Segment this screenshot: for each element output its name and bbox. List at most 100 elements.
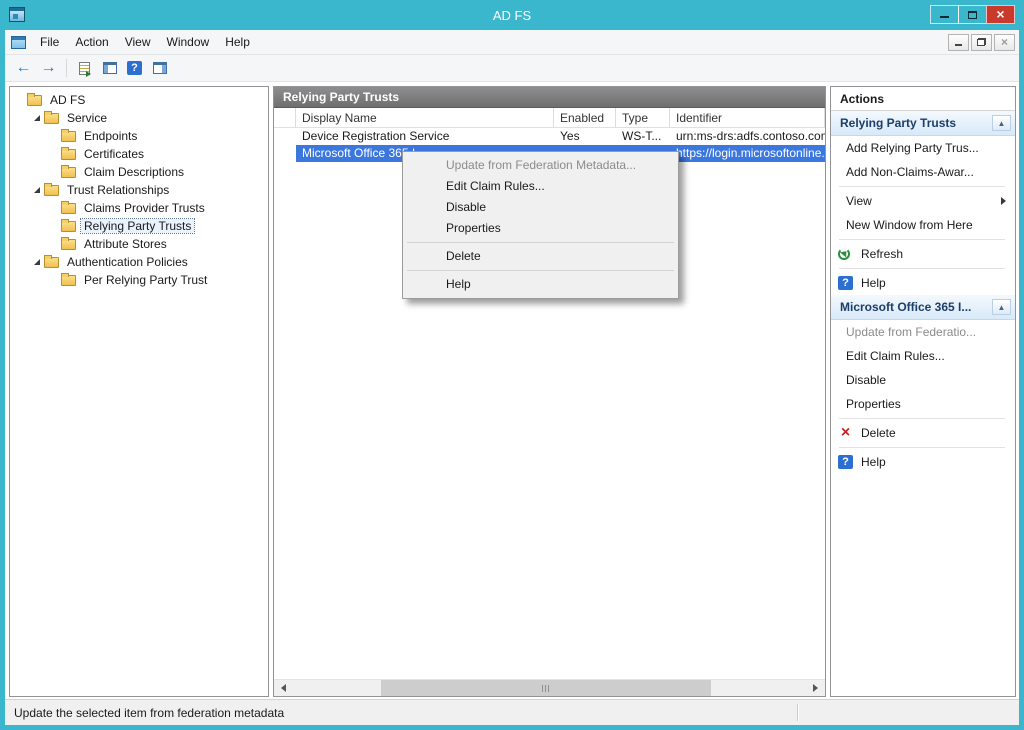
folder-icon bbox=[27, 95, 42, 106]
mdi-close-button[interactable] bbox=[994, 34, 1015, 51]
tree-item[interactable]: Authentication Policies bbox=[10, 253, 268, 271]
action-item[interactable]: Update from Federatio... bbox=[831, 320, 1015, 344]
tree-item[interactable]: Claim Descriptions bbox=[10, 163, 268, 181]
expander-icon[interactable] bbox=[14, 92, 27, 108]
column-header-identifier[interactable]: Identifier bbox=[670, 108, 825, 127]
table-row[interactable]: Device Registration Service Yes WS-T... … bbox=[274, 128, 825, 145]
menu-item[interactable]: Action bbox=[67, 32, 116, 52]
context-menu-item[interactable]: Properties bbox=[405, 218, 676, 239]
scrollbar-track[interactable] bbox=[291, 680, 808, 696]
tree-item-label: Service bbox=[64, 111, 110, 125]
row-icon-cell bbox=[274, 145, 296, 162]
mdi-window-buttons bbox=[946, 34, 1015, 51]
status-bar-divider bbox=[797, 704, 798, 721]
close-button[interactable] bbox=[986, 5, 1015, 24]
tree-item[interactable]: Claims Provider Trusts bbox=[10, 199, 268, 217]
console-tree-toggle-button[interactable] bbox=[97, 57, 122, 80]
column-header-icon[interactable] bbox=[274, 108, 296, 127]
expander-icon[interactable] bbox=[31, 254, 44, 270]
action-section-header[interactable]: Microsoft Office 365 I... ▲ bbox=[831, 295, 1015, 320]
horizontal-scrollbar[interactable] bbox=[274, 679, 825, 696]
action-item[interactable]: Disable bbox=[831, 368, 1015, 392]
tree-item-label: AD FS bbox=[47, 93, 88, 107]
expander-icon[interactable] bbox=[31, 182, 44, 198]
tree-item[interactable]: AD FS bbox=[10, 91, 268, 109]
column-header-type[interactable]: Type bbox=[616, 108, 670, 127]
actions-pane: Actions Relying Party Trusts ▲ bbox=[830, 86, 1016, 697]
cell-type: WS-T... bbox=[616, 128, 670, 145]
forward-button[interactable] bbox=[36, 57, 61, 80]
expander-icon[interactable] bbox=[48, 164, 61, 180]
action-item[interactable]: Add Relying Party Trus... bbox=[831, 136, 1015, 160]
tree-item[interactable]: Per Relying Party Trust bbox=[10, 271, 268, 289]
action-item[interactable]: Properties bbox=[831, 392, 1015, 416]
expander-icon[interactable] bbox=[48, 146, 61, 162]
action-item[interactable]: Help bbox=[831, 271, 1015, 295]
minimize-button[interactable] bbox=[930, 5, 959, 24]
column-header-display-name[interactable]: Display Name bbox=[296, 108, 554, 127]
action-item[interactable]: Delete bbox=[831, 421, 1015, 445]
column-header-row: Display Name Enabled Type Identifier bbox=[274, 108, 825, 128]
menu-item[interactable]: Window bbox=[159, 32, 218, 52]
menu-item[interactable]: File bbox=[32, 32, 67, 52]
expander-icon[interactable] bbox=[48, 272, 61, 288]
column-header-enabled[interactable]: Enabled bbox=[554, 108, 616, 127]
tree-item-label: Certificates bbox=[81, 147, 147, 161]
maximize-button[interactable] bbox=[958, 5, 987, 24]
caption-buttons bbox=[931, 5, 1015, 24]
context-menu-item[interactable]: Help bbox=[405, 274, 676, 295]
expander-icon[interactable] bbox=[48, 200, 61, 216]
expander-icon[interactable] bbox=[31, 110, 44, 126]
scroll-right-icon bbox=[813, 684, 822, 692]
context-menu-item[interactable]: Delete bbox=[405, 246, 676, 267]
tree-item[interactable]: Service bbox=[10, 109, 268, 127]
context-menu-item[interactable]: Update from Federation Metadata... bbox=[405, 155, 676, 176]
minimize-icon bbox=[940, 16, 949, 18]
help-toolbar-button[interactable] bbox=[122, 57, 147, 80]
mdi-restore-button[interactable] bbox=[971, 34, 992, 51]
tree-item[interactable]: Relying Party Trusts bbox=[10, 217, 268, 235]
cell-enabled: Yes bbox=[554, 128, 616, 145]
tree-item[interactable]: Certificates bbox=[10, 145, 268, 163]
folder-icon bbox=[61, 149, 76, 160]
expander-icon[interactable] bbox=[48, 218, 61, 234]
tree-item[interactable]: Attribute Stores bbox=[10, 235, 268, 253]
scroll-right-button[interactable] bbox=[808, 680, 825, 696]
title-bar[interactable]: AD FS bbox=[0, 0, 1024, 30]
expander-icon[interactable] bbox=[48, 236, 61, 252]
tree-item[interactable]: Endpoints bbox=[10, 127, 268, 145]
collapse-icon[interactable]: ▲ bbox=[992, 115, 1011, 131]
action-item[interactable]: Help bbox=[831, 450, 1015, 474]
mdi-minimize-button[interactable] bbox=[948, 34, 969, 51]
context-menu-item[interactable]: Edit Claim Rules... bbox=[405, 176, 676, 197]
action-pane-toggle-button[interactable] bbox=[147, 57, 172, 80]
action-item[interactable]: Edit Claim Rules... bbox=[831, 344, 1015, 368]
context-menu-item[interactable]: Disable bbox=[405, 197, 676, 218]
context-menu: Update from Federation Metadata... Edit … bbox=[402, 151, 679, 299]
adfs-window: AD FS FileActionViewWindowHelp bbox=[0, 0, 1024, 730]
action-item[interactable]: Refresh bbox=[831, 242, 1015, 266]
action-item-label: Edit Claim Rules... bbox=[846, 349, 945, 363]
action-item-label: Add Non-Claims-Awar... bbox=[846, 165, 974, 179]
action-item[interactable]: View bbox=[831, 189, 1015, 213]
action-item[interactable]: Add Non-Claims-Awar... bbox=[831, 160, 1015, 184]
back-button[interactable] bbox=[11, 57, 36, 80]
forward-icon bbox=[41, 59, 57, 77]
action-item[interactable]: New Window from Here bbox=[831, 213, 1015, 237]
action-section: Relying Party Trusts ▲ Add Relying Party… bbox=[831, 111, 1015, 295]
tree-item-label: Claims Provider Trusts bbox=[81, 201, 208, 215]
collapse-icon[interactable]: ▲ bbox=[992, 299, 1011, 315]
action-item-icon bbox=[838, 276, 853, 290]
menu-item[interactable]: View bbox=[117, 32, 159, 52]
tree-item-label: Authentication Policies bbox=[64, 255, 191, 269]
tree-item[interactable]: Trust Relationships bbox=[10, 181, 268, 199]
export-list-button[interactable] bbox=[72, 57, 97, 80]
separator bbox=[407, 242, 674, 243]
action-section-label: Relying Party Trusts bbox=[840, 116, 956, 130]
menu-item[interactable]: Help bbox=[217, 32, 258, 52]
expander-icon[interactable] bbox=[48, 128, 61, 144]
scrollbar-thumb[interactable] bbox=[381, 680, 711, 696]
action-section-header[interactable]: Relying Party Trusts ▲ bbox=[831, 111, 1015, 136]
row-icon-cell bbox=[274, 128, 296, 145]
scroll-left-button[interactable] bbox=[274, 680, 291, 696]
